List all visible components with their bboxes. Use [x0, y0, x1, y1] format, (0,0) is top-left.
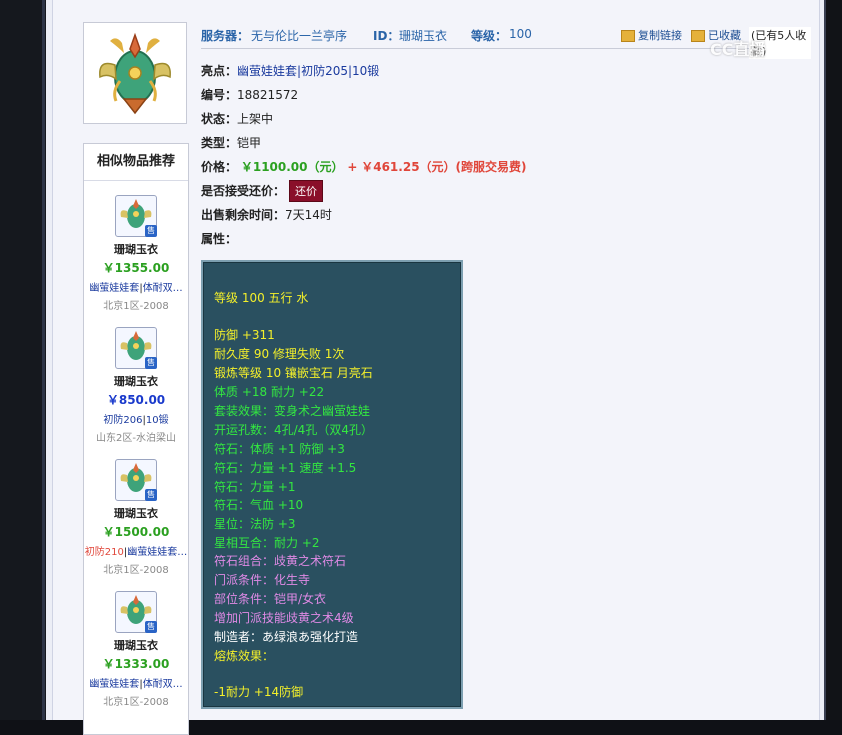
attr-line: 星相互合：耐力 +2	[214, 536, 320, 550]
coral-armor-icon[interactable]: 售	[115, 327, 157, 369]
sell-badge: 售	[145, 225, 157, 237]
similar-item-server: 山东2区-水泊梁山	[96, 433, 176, 444]
copy-icon	[621, 30, 635, 42]
copy-link-label: 复制链接	[638, 29, 682, 42]
similar-item-server: 北京1区-2008	[103, 301, 169, 312]
similar-item-attrs[interactable]: 幽萤娃娃套|体耐双…	[84, 675, 188, 690]
id-label: ID：	[373, 29, 400, 43]
type-row: 类型：铠甲	[201, 134, 261, 151]
attr-line: 熔炼效果：	[214, 649, 275, 663]
item-image[interactable]	[83, 22, 187, 124]
highlight-label: 亮点：	[201, 64, 238, 78]
favorite-icon	[691, 30, 705, 42]
similar-item-name[interactable]: 珊瑚玉衣	[84, 505, 188, 521]
attributes-panel: 等级 100 五行 水 防御 +311 耐久度 90 修理失败 1次 锻炼等级 …	[201, 260, 463, 709]
offer-row: 是否接受还价： 还价	[201, 180, 324, 202]
attr-line: 部位条件：铠甲/女衣	[214, 592, 327, 606]
attr-line: 锻炼等级 10 镶嵌宝石 月亮石	[214, 366, 373, 380]
stream-watermark: CC直播	[710, 40, 766, 59]
price-row: 价格： ￥1100.00（元） + ￥461.25（元）(跨服交易费)	[201, 158, 527, 175]
attr-line: 耐久度 90 修理失败 1次	[214, 347, 345, 361]
similar-item[interactable]: 售 珊瑚玉衣 ￥1500.00 初防210|幽萤娃娃套… 北京1区-2008	[84, 459, 188, 576]
server-value: 无与伦比一兰亭序	[251, 29, 348, 43]
left-dark-margin	[0, 0, 46, 720]
similar-item-price: ￥850.00	[106, 393, 166, 407]
similar-item[interactable]: 售 珊瑚玉衣 ￥850.00 初防206|10锻 山东2区-水泊梁山	[84, 327, 188, 444]
attributes-row: 属性：	[201, 230, 237, 247]
status-row: 状态：上架中	[201, 110, 273, 127]
attr-line: 等级 100 五行 水	[214, 291, 309, 305]
remaining-time-row: 出售剩余时间：7天14时	[201, 206, 332, 223]
counter-offer-button[interactable]: 还价	[289, 180, 324, 202]
highlight-row: 亮点：幽萤娃娃套|初防205|10锻	[201, 62, 379, 79]
right-dark-margin	[824, 0, 842, 720]
similar-item-name[interactable]: 珊瑚玉衣	[84, 373, 188, 389]
server-label: 服务器：	[201, 29, 250, 43]
content-frame: 相似物品推荐 售 珊瑚玉衣 ￥1355.00 幽萤娃娃套|体耐双… 北京1区-2…	[52, 0, 820, 735]
similar-item-attrs[interactable]: 幽萤娃娃套|体耐双…	[84, 279, 188, 294]
attr-line: 符石组合：歧黄之术符石	[214, 554, 347, 568]
type-value: 铠甲	[237, 136, 262, 150]
copy-link-button[interactable]: 复制链接	[621, 27, 682, 43]
level-label: 等级：	[471, 29, 508, 43]
price-value: ￥1100.00（元）	[240, 160, 344, 174]
similar-items-panel: 相似物品推荐 售 珊瑚玉衣 ￥1355.00 幽萤娃娃套|体耐双… 北京1区-2…	[83, 143, 189, 735]
page: 相似物品推荐 售 珊瑚玉衣 ￥1355.00 幽萤娃娃套|体耐双… 北京1区-2…	[46, 0, 824, 735]
attr-line: 符石：力量 +1 速度 +1.5	[214, 461, 357, 475]
attr-line: 制造者：あ绿浪あ强化打造	[214, 630, 359, 644]
similar-item-name[interactable]: 珊瑚玉衣	[84, 637, 188, 653]
similar-item[interactable]: 售 珊瑚玉衣 ￥1355.00 幽萤娃娃套|体耐双… 北京1区-2008	[84, 195, 188, 312]
attr-line: 符石：气血 +10	[214, 498, 304, 512]
number-value: 18821572	[237, 88, 299, 102]
price-label: 价格：	[201, 160, 238, 174]
remaining-time-label: 出售剩余时间：	[201, 208, 286, 222]
attr-line: 开运孔数：4孔/4孔（双4孔）	[214, 423, 373, 437]
offer-label: 是否接受还价：	[201, 184, 286, 198]
similar-item-name[interactable]: 珊瑚玉衣	[84, 241, 188, 257]
coral-armor-icon	[99, 32, 171, 115]
number-label: 编号：	[201, 88, 238, 102]
sell-badge: 售	[145, 621, 157, 633]
attr-line: 增加门派技能歧黄之术4级	[214, 611, 354, 625]
highlight-link[interactable]: 幽萤娃娃套	[237, 64, 297, 78]
similar-item-price: ￥1333.00	[102, 657, 170, 671]
attr-line: 防御 +311	[214, 328, 275, 342]
price-plus: +	[347, 160, 358, 174]
similar-item-price: ￥1355.00	[102, 261, 170, 275]
attr-line: 套装效果：变身术之幽萤娃娃	[214, 404, 371, 418]
attr-line: 星位：法防 +3	[214, 517, 296, 531]
attr-line: -1耐力 +14防御	[214, 685, 304, 699]
similar-item[interactable]: 售 珊瑚玉衣 ￥1333.00 幽萤娃娃套|体耐双… 北京1区-2008	[84, 591, 188, 708]
similar-item-server: 北京1区-2008	[103, 697, 169, 708]
status-label: 状态：	[201, 112, 238, 126]
level-value: 100	[509, 27, 532, 41]
attr-line: 门派条件：化生寺	[214, 573, 311, 587]
attributes-label: 属性：	[201, 232, 238, 246]
similar-items-title: 相似物品推荐	[84, 144, 188, 181]
coral-armor-icon[interactable]: 售	[115, 591, 157, 633]
type-label: 类型：	[201, 136, 238, 150]
attr-line: 符石：体质 +1 防御 +3	[214, 442, 345, 456]
number-row: 编号：18821572	[201, 86, 298, 103]
id-value: 珊瑚玉衣	[399, 29, 448, 43]
cross-server-fee: ￥461.25（元）(跨服交易费)	[361, 160, 527, 174]
status-value: 上架中	[237, 112, 274, 126]
similar-item-price: ￥1500.00	[102, 525, 170, 539]
sell-badge: 售	[145, 357, 157, 369]
sell-badge: 售	[145, 489, 157, 501]
similar-item-attrs[interactable]: 初防210|幽萤娃娃套…	[84, 543, 188, 558]
similar-item-server: 北京1区-2008	[103, 565, 169, 576]
attr-line: 符石：力量 +1	[214, 480, 296, 494]
highlight-link[interactable]: 初防205	[301, 64, 348, 78]
attr-line: 体质 +18 耐力 +22	[214, 385, 325, 399]
similar-item-attrs[interactable]: 初防206|10锻	[84, 411, 188, 426]
remaining-time-value: 7天14时	[285, 208, 332, 222]
highlight-link[interactable]: 10锻	[352, 64, 379, 78]
coral-armor-icon[interactable]: 售	[115, 195, 157, 237]
coral-armor-icon[interactable]: 售	[115, 459, 157, 501]
